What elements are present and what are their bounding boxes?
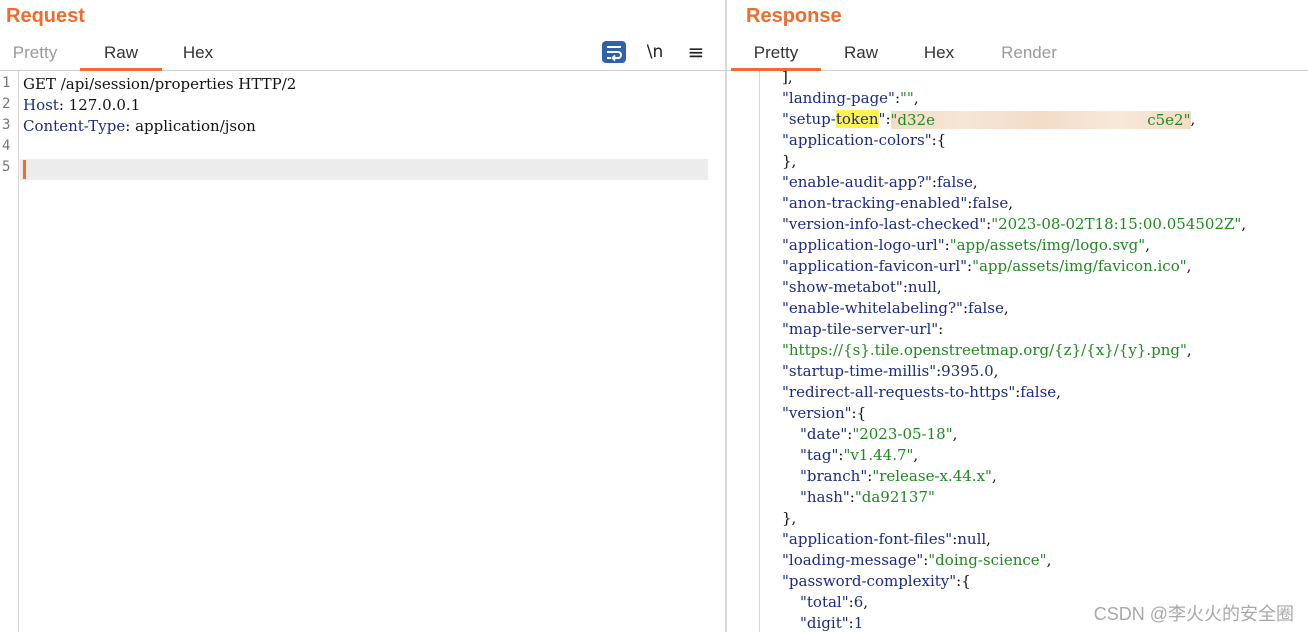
json-line: "application-font-files":null, — [782, 530, 991, 548]
json-line: "application-favicon-url":"app/assets/im… — [782, 257, 1192, 275]
request-line[interactable]: Host: 127.0.0.1 — [23, 95, 140, 116]
json-line: "password-complexity":{ — [782, 572, 971, 590]
json-line: "hash":"da92137" — [800, 488, 935, 506]
request-line[interactable]: Content-Type: application/json — [23, 116, 256, 137]
response-tab-render[interactable]: Render — [989, 34, 1069, 71]
line-number: 4 — [2, 138, 11, 154]
response-tab-hex[interactable]: Hex — [909, 34, 969, 71]
json-line: "total":6, — [800, 593, 869, 611]
json-line-setup-token: "setup-token": "d32e c5e2", — [782, 110, 1196, 129]
header-name: Content-Type — [23, 117, 126, 135]
current-line-highlight — [20, 159, 708, 180]
request-line[interactable]: GET /api/session/properties HTTP/2 — [23, 74, 296, 95]
line-number: 3 — [2, 117, 11, 133]
json-line: "startup-time-millis":9395.0, — [782, 362, 999, 380]
json-line: "version":{ — [782, 404, 867, 422]
json-line: "show-metabot":null, — [782, 278, 942, 296]
request-line-gutter: 1 2 3 4 5 — [0, 71, 19, 632]
word-wrap-icon[interactable] — [601, 40, 627, 64]
line-number: 2 — [2, 96, 11, 112]
request-pane: Request Pretty Raw Hex \n ≡ 1 2 3 4 5 GE… — [0, 0, 726, 632]
header-name: Host — [23, 96, 59, 114]
response-body[interactable]: ], "landing-page":"", "setup-token": "d32… — [761, 71, 1308, 632]
json-line: "version-info-last-checked":"2023-08-02T… — [782, 215, 1247, 233]
json-line: "date":"2023-05-18", — [800, 425, 958, 443]
json-line: "https://{s}.tile.openstreetmap.org/{z}/… — [782, 341, 1192, 359]
response-line-gutter — [727, 71, 760, 632]
request-title: Request — [6, 5, 85, 27]
json-line: "map-tile-server-url": — [782, 320, 944, 338]
redacted-token-value: "d32e c5e2" — [890, 111, 1191, 129]
json-line: "application-logo-url":"app/assets/img/l… — [782, 236, 1150, 254]
response-title: Response — [746, 5, 842, 27]
json-line: "branch":"release-x.44.x", — [800, 467, 997, 485]
response-pane: Response Pretty Raw Hex Render ], "landi… — [727, 0, 1308, 632]
line-number: 5 — [2, 159, 11, 175]
json-line: "landing-page":"", — [782, 89, 919, 107]
response-tab-raw[interactable]: Raw — [831, 34, 891, 71]
header-value: application/json — [130, 117, 256, 135]
json-line: "digit":1 — [800, 614, 864, 632]
request-tab-hex[interactable]: Hex — [168, 34, 228, 71]
json-line: "redirect-all-requests-to-https":false, — [782, 383, 1061, 401]
json-line: "tag":"v1.44.7", — [800, 446, 919, 464]
text-cursor — [23, 160, 26, 179]
watermark: CSDN @李火火的安全圈 — [1093, 604, 1294, 624]
newline-toggle-button[interactable]: \n — [642, 40, 668, 64]
json-line: "enable-whitelabeling?":false, — [782, 299, 1009, 317]
json-line: ], — [782, 71, 793, 86]
request-tab-raw[interactable]: Raw — [80, 34, 162, 71]
request-tab-pretty[interactable]: Pretty — [0, 34, 70, 71]
header-value: 127.0.0.1 — [63, 96, 141, 114]
json-line: }, — [782, 509, 797, 527]
json-line: "loading-message":"doing-science", — [782, 551, 1052, 569]
json-line: "application-colors":{ — [782, 131, 947, 149]
response-tab-pretty[interactable]: Pretty — [731, 34, 821, 71]
json-line: "anon-tracking-enabled":false, — [782, 194, 1013, 212]
response-tabs: Pretty Raw Hex Render — [727, 34, 1308, 71]
line-number: 1 — [2, 75, 11, 91]
search-highlight: token — [835, 110, 879, 128]
json-line: "enable-audit-app?":false, — [782, 173, 978, 191]
menu-icon[interactable]: ≡ — [684, 40, 708, 64]
json-line: }, — [782, 152, 797, 170]
